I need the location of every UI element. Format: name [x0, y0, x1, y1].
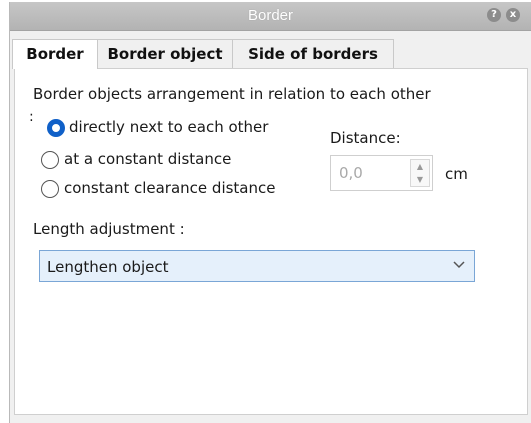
title-bar[interactable]: Border ? x	[10, 2, 531, 31]
help-icon[interactable]: ?	[487, 8, 501, 22]
radio-constant-clearance[interactable]	[41, 180, 59, 198]
radio-label-directly-next[interactable]: directly next to each other	[69, 118, 268, 136]
length-adjustment-value: Lengthen object	[47, 258, 169, 276]
arrangement-marker: :	[29, 109, 34, 125]
border-dialog: Border ? x Border Border object Side of …	[9, 2, 531, 423]
spin-down-icon[interactable]: ▼	[411, 173, 429, 186]
tab-side-of-borders[interactable]: Side of borders	[232, 39, 394, 68]
length-adjustment-label: Length adjustment :	[33, 220, 185, 238]
border-tab-panel: Border objects arrangement in relation t…	[14, 68, 528, 415]
distance-spinbox[interactable]: 0,0 ▲ ▼	[330, 155, 433, 191]
window-title: Border	[247, 7, 294, 24]
radio-label-constant-clearance[interactable]: constant clearance distance	[64, 179, 275, 197]
distance-value: 0,0	[339, 164, 363, 182]
radio-constant-distance[interactable]	[41, 151, 59, 169]
arrangement-heading: Border objects arrangement in relation t…	[33, 85, 431, 103]
chevron-down-icon[interactable]	[452, 257, 466, 271]
tab-border[interactable]: Border	[12, 39, 98, 69]
distance-unit: cm	[445, 165, 468, 183]
radio-directly-next[interactable]	[47, 119, 65, 137]
spin-up-icon[interactable]: ▲	[411, 160, 429, 173]
tab-border-object[interactable]: Border object	[97, 39, 233, 68]
radio-label-constant-distance[interactable]: at a constant distance	[64, 150, 231, 168]
distance-spin-arrows[interactable]: ▲ ▼	[410, 159, 430, 187]
close-icon[interactable]: x	[506, 8, 520, 22]
length-adjustment-select[interactable]: Lengthen object	[39, 250, 475, 282]
distance-label: Distance:	[330, 129, 401, 147]
